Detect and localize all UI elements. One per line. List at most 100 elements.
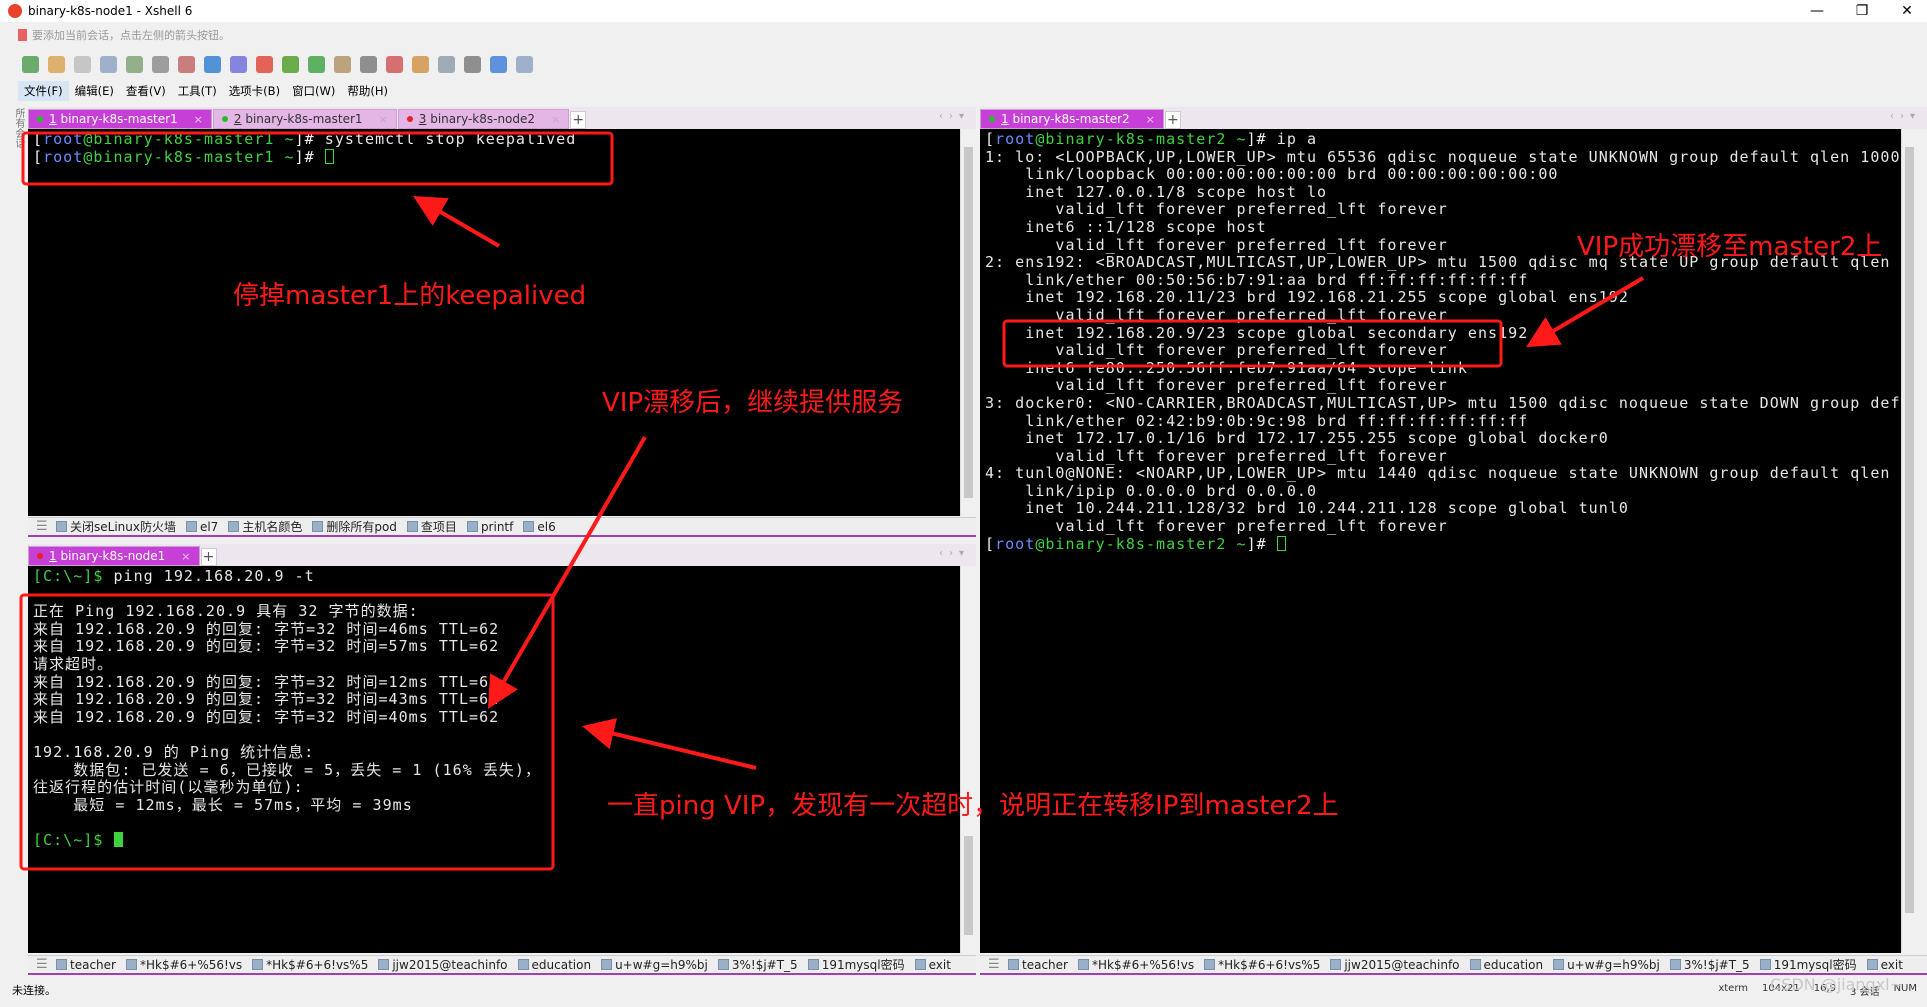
tab-nav-arrows[interactable]: ‹›▾ xyxy=(939,548,970,559)
menu-item[interactable]: 选项卡(B) xyxy=(223,81,286,101)
prompt-part: ]# xyxy=(294,147,315,166)
open-folder-icon[interactable] xyxy=(48,55,65,73)
quick-command-button[interactable]: el7 xyxy=(185,520,218,534)
quick-command-button[interactable]: teacher xyxy=(1008,958,1068,972)
quick-command-button[interactable]: 删除所有pod xyxy=(312,518,397,535)
quick-command-button[interactable]: *Hk$#6+6!vs%5 xyxy=(1204,958,1320,972)
tab-nav-arrows[interactable]: ‹›▾ xyxy=(939,111,970,122)
prompt-part: ]# xyxy=(1246,130,1267,148)
scrollbar[interactable] xyxy=(960,566,976,953)
scrollbar[interactable] xyxy=(1901,129,1917,953)
close-button[interactable]: ✕ xyxy=(1887,0,1927,22)
add-tab-button[interactable]: + xyxy=(570,111,587,129)
quick-command-button[interactable]: *Hk$#6+6!vs%5 xyxy=(252,958,368,972)
quick-command-button[interactable]: 3%!$j#T_5 xyxy=(1669,958,1750,972)
quick-command-button[interactable]: teacher xyxy=(56,958,116,972)
quick-command-button[interactable]: el6 xyxy=(523,520,556,534)
quick-command-button[interactable]: *Hk$#6+%56!vs xyxy=(1077,958,1194,972)
lock-icon[interactable] xyxy=(334,55,351,73)
tab-close-icon[interactable]: × xyxy=(379,113,388,126)
quick-command-button[interactable]: 3%!$j#T_5 xyxy=(717,958,798,972)
tab-close-icon[interactable]: × xyxy=(1146,113,1155,126)
prompt: [C:\~]$ xyxy=(33,567,104,585)
tab-binary-k8s-master2[interactable]: 1 binary-k8s-master2 × xyxy=(980,109,1164,129)
quick-command-button[interactable]: u+w#g=h9%bj xyxy=(601,958,708,972)
minimize-button[interactable]: — xyxy=(1797,0,1837,22)
sessions-sidebar-toggle[interactable]: 所有会话 xyxy=(8,108,24,168)
highlight-icon[interactable] xyxy=(386,55,403,73)
quick-command-button[interactable]: education xyxy=(1469,958,1543,972)
quick-command-button[interactable]: 关闭seLinux防火墙 xyxy=(56,518,176,535)
quick-command-button[interactable]: u+w#g=h9%bj xyxy=(1553,958,1660,972)
xshell-icon[interactable] xyxy=(256,55,273,73)
quick-command-button[interactable]: printf xyxy=(466,520,513,534)
annotation-stop: 停掉master1上的keepalived xyxy=(233,281,587,311)
menu-item[interactable]: 窗口(W) xyxy=(286,81,341,101)
quick-command-button[interactable]: *Hk$#6+%56!vs xyxy=(125,958,242,972)
quick-command-button[interactable]: education xyxy=(517,958,591,972)
tab-close-icon[interactable]: × xyxy=(551,113,560,126)
menu-item[interactable]: 查看(V) xyxy=(120,81,172,101)
settings-icon[interactable] xyxy=(464,55,481,73)
terminal-line: 来自 192.168.20.9 的回复: 字节=32 时间=12ms TTL=6… xyxy=(33,673,976,692)
add-tab-button[interactable]: + xyxy=(1164,111,1181,129)
tab-binary-k8s-node1[interactable]: 1 binary-k8s-node1 × xyxy=(28,546,200,566)
tab-binary-k8s-node2[interactable]: 3 binary-k8s-node2 × xyxy=(397,109,570,129)
compose-icon[interactable] xyxy=(412,55,429,73)
reconnect-icon[interactable] xyxy=(100,55,117,73)
terminal-line: valid_lft forever preferred_lft forever xyxy=(985,517,1917,536)
address-hint: 要添加当前会话，点击左侧的箭头按钮。 xyxy=(32,29,230,42)
right-tab-bar: 1 binary-k8s-master2 × + ‹›▾ xyxy=(980,107,1927,129)
disconnect-icon[interactable] xyxy=(74,55,91,73)
tab-nav-arrows[interactable]: ‹›▾ xyxy=(1890,111,1921,122)
tab-label: binary-k8s-master1 xyxy=(60,112,178,126)
tab-label: binary-k8s-node2 xyxy=(430,112,536,126)
quick-command-button[interactable]: 查项目 xyxy=(406,518,457,535)
tab-close-icon[interactable]: × xyxy=(194,113,203,126)
menu-item[interactable]: 文件(F) xyxy=(18,81,69,101)
menu-item[interactable]: 帮助(H) xyxy=(341,81,394,101)
line-text: 来自 192.168.20.9 的回复: 字节=32 时间=57ms TTL=6… xyxy=(33,637,500,656)
quickbar-menu-icon[interactable]: ☰ xyxy=(988,957,1002,972)
cursor xyxy=(1276,535,1286,551)
tab-close-icon[interactable]: × xyxy=(181,550,190,563)
quickbar-menu-icon[interactable]: ☰ xyxy=(36,519,50,534)
quick-command-button[interactable]: exit xyxy=(914,958,951,972)
terminal-node1[interactable]: [C:\~]$ ping 192.168.20.9 -t 正在 Ping 192.… xyxy=(28,566,976,953)
prompt-part: [ xyxy=(985,534,996,553)
globe-icon[interactable] xyxy=(204,55,221,73)
fullscreen-icon[interactable] xyxy=(308,55,325,73)
menu-item[interactable]: 编辑(E) xyxy=(69,81,120,101)
font-icon[interactable] xyxy=(230,55,247,73)
quick-command-button[interactable]: jjw2015@teachinfo xyxy=(1330,957,1460,972)
keyboard-icon[interactable] xyxy=(360,55,377,73)
address-bar[interactable]: 要添加当前会话，点击左侧的箭头按钮。 xyxy=(18,24,1908,46)
help-icon[interactable] xyxy=(490,55,507,73)
line-text: 最短 = 12ms，最长 = 57ms，平均 = 39ms xyxy=(33,795,413,814)
quick-command-button[interactable]: 191mysql密码 xyxy=(1759,956,1857,973)
tab-number: 2 xyxy=(233,112,242,126)
chat-icon[interactable] xyxy=(516,55,533,73)
tab-binary-k8s-master1[interactable]: 1 binary-k8s-master1 × xyxy=(28,109,212,129)
quick-command-button[interactable]: exit xyxy=(1866,958,1903,972)
quick-command-button[interactable]: 191mysql密码 xyxy=(807,956,905,973)
terminal-master1[interactable]: [root@binary-k8s-master1 ~]# systemctl s… xyxy=(28,129,976,516)
maximize-button[interactable]: ❐ xyxy=(1842,0,1882,22)
quick-command-button[interactable]: 主机名颜色 xyxy=(228,518,302,535)
layout-icon[interactable] xyxy=(438,55,455,73)
xftp-icon[interactable] xyxy=(282,55,299,73)
menu-item[interactable]: 工具(T) xyxy=(172,81,223,101)
add-tab-button[interactable]: + xyxy=(200,548,217,566)
properties-icon[interactable] xyxy=(126,55,143,73)
quick-command-label: jjw2015@teachinfo xyxy=(1344,957,1460,972)
quick-command-button[interactable]: jjw2015@teachinfo xyxy=(378,958,508,972)
find-icon[interactable] xyxy=(152,55,169,73)
prompt-part: [ xyxy=(33,147,44,166)
bookmark-icon[interactable] xyxy=(18,29,27,41)
new-session-icon[interactable] xyxy=(22,55,39,73)
scrollbar[interactable] xyxy=(960,129,976,516)
quickbar-menu-icon[interactable]: ☰ xyxy=(36,957,50,972)
tab-binary-k8s-master1[interactable]: 2 binary-k8s-master1 × xyxy=(212,109,397,129)
transfer-icon[interactable] xyxy=(178,55,195,73)
